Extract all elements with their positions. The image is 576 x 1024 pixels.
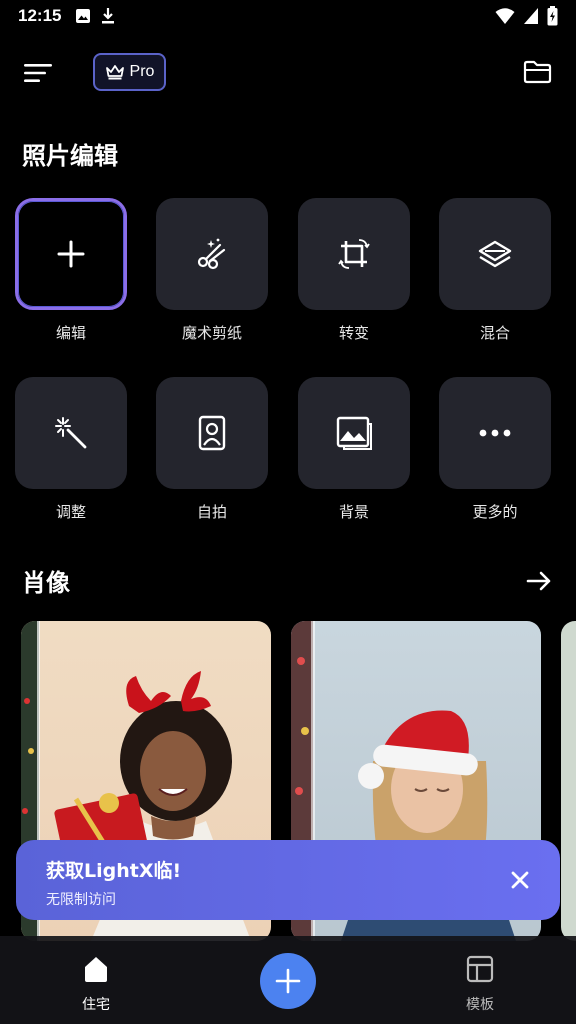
tool-edit-label: 编辑 — [55, 324, 86, 342]
portrait-title: 肖像 — [22, 569, 70, 597]
plus-icon — [57, 240, 85, 268]
crop-rotate-icon — [338, 239, 370, 269]
tool-edit[interactable]: 编辑 — [15, 198, 127, 343]
tool-transform-label: 转变 — [338, 324, 369, 342]
bottom-nav: 住宅 模板 — [0, 936, 576, 1024]
wifi-icon — [495, 8, 515, 24]
plus-icon — [275, 968, 301, 994]
nav-templates-label: 模板 — [466, 997, 494, 1013]
app-bar: Pro — [0, 52, 576, 94]
tool-magic-cutout-tile[interactable] — [156, 198, 268, 310]
tool-magic-cutout-label: 魔术剪纸 — [181, 324, 242, 342]
tool-transform[interactable]: 转变 — [298, 198, 410, 343]
menu-button[interactable] — [22, 58, 56, 88]
home-icon — [85, 957, 107, 982]
tool-selfie-label: 自拍 — [196, 503, 227, 521]
tool-adjust-tile[interactable] — [15, 377, 127, 489]
tool-edit-tile[interactable] — [15, 198, 127, 310]
crown-icon — [105, 65, 124, 80]
tool-background-label: 背景 — [338, 503, 369, 521]
folder-button[interactable] — [522, 56, 554, 88]
battery-charging-icon — [547, 6, 558, 26]
tool-blend[interactable]: 混合 — [439, 198, 551, 343]
selfie-portrait-icon — [198, 415, 226, 451]
status-time: 12:15 — [18, 6, 62, 25]
promo-banner[interactable]: 获取LightX临! 无限制访问 — [16, 840, 560, 920]
more-dots-icon — [479, 429, 511, 437]
portrait-card-3[interactable] — [561, 621, 576, 941]
magic-wand-icon — [55, 417, 87, 449]
nav-templates[interactable]: 模板 — [440, 954, 520, 1014]
tool-adjust[interactable]: 调整 — [15, 377, 127, 522]
download-notification-icon — [102, 8, 115, 24]
status-bar: 12:15 — [0, 0, 576, 32]
pro-label: Pro — [129, 63, 155, 80]
magic-scissors-icon — [197, 238, 226, 270]
nav-home[interactable]: 住宅 — [56, 954, 136, 1014]
tool-selfie[interactable]: 自拍 — [156, 377, 268, 522]
pro-button[interactable]: Pro — [93, 53, 166, 91]
templates-icon — [466, 955, 494, 983]
tool-more-tile[interactable] — [439, 377, 551, 489]
tool-magic-cutout[interactable]: 魔术剪纸 — [156, 198, 268, 343]
photo-edit-title: 照片编辑 — [22, 142, 118, 170]
portrait-see-all-button[interactable] — [524, 566, 554, 596]
promo-subtitle: 无限制访问 — [46, 892, 116, 908]
signal-icon — [524, 8, 538, 24]
tool-background[interactable]: 背景 — [298, 377, 410, 522]
background-image-icon — [336, 416, 372, 450]
layers-icon — [478, 240, 512, 268]
folder-icon — [523, 60, 552, 84]
tool-more-label: 更多的 — [472, 503, 518, 521]
nav-home-label: 住宅 — [82, 997, 110, 1013]
tool-adjust-label: 调整 — [55, 503, 86, 521]
tool-selfie-tile[interactable] — [156, 377, 268, 489]
tool-more[interactable]: 更多的 — [439, 377, 551, 522]
tool-blend-label: 混合 — [479, 324, 510, 342]
promo-close-button[interactable] — [508, 868, 532, 892]
create-fab-button[interactable] — [260, 953, 316, 1009]
tool-blend-tile[interactable] — [439, 198, 551, 310]
hamburger-menu-icon — [24, 64, 52, 82]
tool-transform-tile[interactable] — [298, 198, 410, 310]
gallery-notification-icon — [76, 9, 91, 23]
promo-title: 获取LightX临! — [46, 860, 182, 882]
close-icon — [511, 871, 529, 889]
arrow-right-icon — [526, 571, 551, 591]
tool-background-tile[interactable] — [298, 377, 410, 489]
